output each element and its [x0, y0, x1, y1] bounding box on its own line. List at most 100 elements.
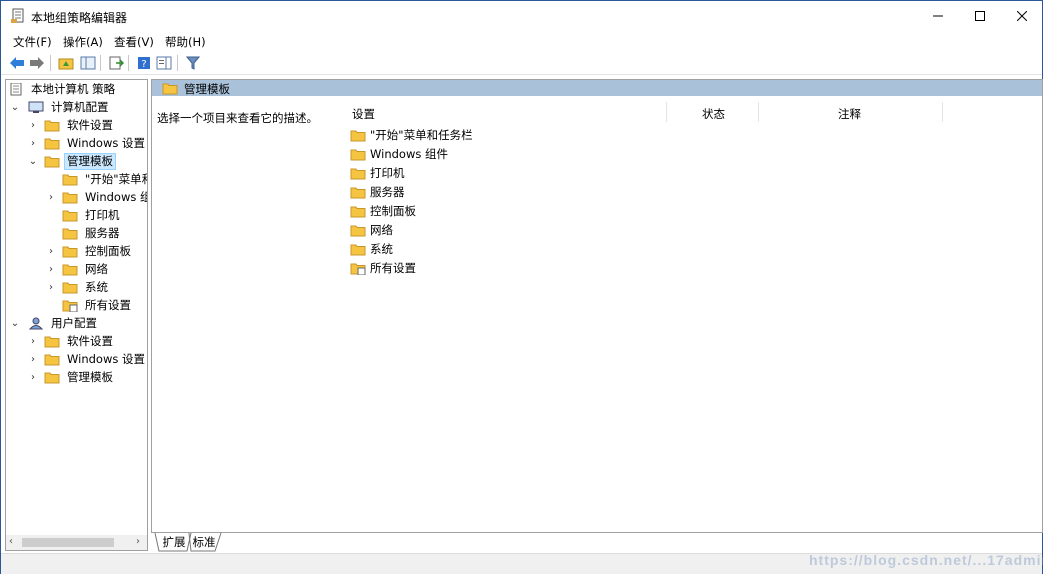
all-settings-icon: [350, 263, 366, 275]
list-item-label: Windows 组件: [370, 147, 448, 161]
forward-button[interactable]: [28, 54, 46, 72]
folder-icon: [62, 282, 78, 293]
chevron-right-icon[interactable]: ›: [28, 138, 38, 149]
column-divider[interactable]: [666, 102, 667, 122]
tree-item-uc-software[interactable]: › 软件设置: [28, 332, 116, 350]
chevron-down-icon[interactable]: ⌄: [28, 156, 38, 167]
folder-open-icon: [44, 156, 60, 167]
tab-extended[interactable]: 扩展: [157, 533, 191, 551]
close-button[interactable]: [999, 1, 1043, 31]
tree-item-system[interactable]: › 系统: [46, 278, 111, 296]
scrollbar-thumb[interactable]: [22, 538, 114, 547]
tree-item-start-menu[interactable]: "开始"菜单和: [46, 170, 148, 188]
tree-item-user-config[interactable]: ⌄ 用户配置: [10, 314, 100, 332]
chevron-right-icon[interactable]: ›: [28, 120, 38, 131]
window-title: 本地组策略编辑器: [31, 11, 128, 25]
folder-icon: [62, 228, 78, 239]
list-item-label: 系统: [370, 242, 393, 256]
chevron-down-icon[interactable]: ⌄: [10, 318, 20, 329]
folder-icon: [350, 225, 366, 236]
tree-label: 所有设置: [85, 297, 131, 312]
toolbar-separator: [100, 55, 101, 71]
list-item[interactable]: "开始"菜单和任务栏: [350, 126, 473, 144]
tree-item-cc-software[interactable]: › 软件设置: [28, 116, 116, 134]
toolbar-separator: [50, 55, 51, 71]
chevron-right-icon[interactable]: ›: [46, 192, 56, 203]
details-header-title: 管理模板: [184, 82, 230, 96]
back-button[interactable]: [8, 54, 26, 72]
chevron-right-icon[interactable]: ›: [46, 282, 56, 293]
tree-item-windows-components[interactable]: › Windows 组: [46, 188, 147, 206]
chevron-right-icon[interactable]: ›: [28, 354, 38, 365]
folder-icon: [350, 244, 366, 255]
list-item[interactable]: 网络: [350, 221, 393, 239]
tree-item-control-panel[interactable]: › 控制面板: [46, 242, 134, 260]
list-item[interactable]: 系统: [350, 240, 393, 258]
tree-label: 系统: [85, 279, 108, 294]
column-header-state[interactable]: 状态: [702, 106, 725, 122]
up-level-button[interactable]: [57, 54, 75, 72]
folder-icon: [62, 264, 78, 275]
folder-icon: [350, 130, 366, 141]
tree-horizontal-scrollbar[interactable]: ‹ ›: [5, 535, 148, 551]
column-header-comment[interactable]: 注释: [838, 106, 861, 122]
properties-pane-button[interactable]: [155, 54, 173, 72]
tree-pane[interactable]: 本地计算机 策略 ⌄ 计算机配置 › 软件设置 › Windows 设置 ⌄ 管…: [5, 79, 148, 551]
chevron-right-icon[interactable]: ›: [46, 246, 56, 257]
tree-item-all-settings[interactable]: 所有设置: [46, 296, 134, 314]
menu-bar: 文件(F) 操作(A) 查看(V) 帮助(H): [1, 31, 1042, 51]
folder-icon: [350, 149, 366, 160]
toolbar-separator: [177, 55, 178, 71]
column-divider[interactable]: [758, 102, 759, 122]
folder-icon: [44, 138, 60, 149]
folder-icon: [62, 210, 78, 221]
tree-item-root[interactable]: 本地计算机 策略: [8, 80, 118, 98]
list-item[interactable]: 打印机: [350, 164, 405, 182]
tab-standard[interactable]: 标准: [189, 533, 219, 551]
filter-button[interactable]: [184, 54, 202, 72]
chevron-down-icon[interactable]: ⌄: [10, 102, 20, 113]
minimize-button[interactable]: [915, 1, 961, 31]
details-header: 管理模板: [152, 80, 1042, 96]
policy-editor-app-icon: [11, 8, 24, 23]
list-item-label: 控制面板: [370, 204, 416, 218]
list-item[interactable]: 服务器: [350, 183, 405, 201]
tree-label: "开始"菜单和: [85, 171, 148, 186]
list-item[interactable]: 控制面板: [350, 202, 416, 220]
chevron-right-icon[interactable]: ›: [28, 336, 38, 347]
tree-label: 计算机配置: [51, 99, 109, 114]
help-button[interactable]: ?: [135, 54, 153, 72]
show-hide-tree-button[interactable]: [79, 54, 97, 72]
export-list-button[interactable]: [107, 54, 125, 72]
folder-icon: [44, 372, 60, 383]
menu-view[interactable]: 查看(V): [114, 34, 154, 50]
chevron-right-icon[interactable]: ›: [46, 264, 56, 275]
list-item[interactable]: Windows 组件: [350, 145, 448, 163]
computer-icon: [28, 101, 44, 113]
maximize-icon: [975, 11, 985, 21]
tree-item-printers[interactable]: 打印机: [46, 206, 123, 224]
tree-item-server[interactable]: 服务器: [46, 224, 123, 242]
column-divider[interactable]: [942, 102, 943, 122]
list-item[interactable]: 所有设置: [350, 259, 416, 277]
view-tabs: 扩展 标准: [151, 533, 1043, 553]
tree-item-network[interactable]: › 网络: [46, 260, 111, 278]
menu-help[interactable]: 帮助(H): [165, 34, 206, 50]
tree-item-computer-config[interactable]: ⌄ 计算机配置: [10, 98, 112, 116]
list-item-label: "开始"菜单和任务栏: [370, 128, 473, 142]
tree-item-uc-windows[interactable]: › Windows 设置: [28, 350, 147, 368]
maximize-button[interactable]: [957, 1, 1003, 31]
scroll-left-icon[interactable]: ‹: [9, 536, 13, 547]
tree-item-cc-admin[interactable]: ⌄ 管理模板: [28, 152, 116, 170]
settings-list[interactable]: 设置 状态 注释 "开始"菜单和任务栏 Windows 组件 打印机 服务器 控…: [338, 96, 1042, 532]
list-item-label: 网络: [370, 223, 393, 237]
tree-item-uc-admin[interactable]: › 管理模板: [28, 368, 116, 386]
chevron-right-icon[interactable]: ›: [28, 372, 38, 383]
tree-label: 服务器: [85, 225, 120, 240]
folder-icon: [350, 187, 366, 198]
menu-action[interactable]: 操作(A): [63, 34, 103, 50]
tree-item-cc-windows[interactable]: › Windows 设置: [28, 134, 147, 152]
scroll-right-icon[interactable]: ›: [136, 536, 140, 547]
menu-file[interactable]: 文件(F): [13, 34, 52, 50]
column-header-setting[interactable]: 设置: [352, 106, 375, 122]
